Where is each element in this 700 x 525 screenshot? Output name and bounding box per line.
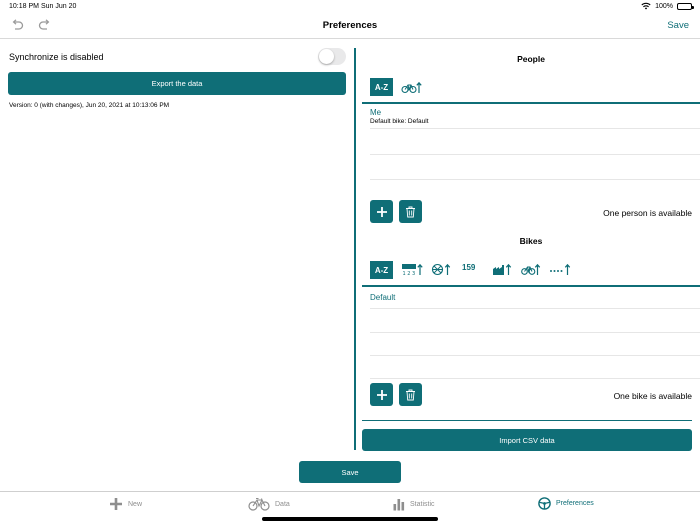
list-row-separator — [370, 355, 700, 356]
battery-percentage: 100% — [655, 2, 673, 10]
tab-statistic[interactable]: Statistic — [393, 497, 435, 511]
sort-by-date-icon[interactable]: 1 2 3 — [401, 263, 423, 276]
sort-by-bike-icon[interactable] — [521, 263, 541, 276]
people-count-text: One person is available — [603, 208, 692, 218]
tab-bar-divider — [0, 491, 700, 492]
bikes-sort-az-button[interactable]: A-Z — [370, 261, 393, 279]
sort-by-bike-icon[interactable] — [401, 81, 423, 94]
tab-data-label: Data — [275, 500, 290, 508]
page-title: Preferences — [322, 20, 378, 31]
svg-text:1 2 3: 1 2 3 — [403, 271, 416, 276]
bike-name[interactable]: Default — [370, 293, 395, 302]
people-list-divider — [362, 102, 700, 104]
person-detail: Default bike: Default — [370, 118, 429, 125]
trash-icon — [406, 389, 415, 400]
panel-divider — [354, 48, 356, 450]
save-button[interactable]: Save — [299, 461, 401, 483]
trash-icon — [406, 206, 415, 217]
plus-icon — [110, 498, 122, 510]
sort-by-distance-icon[interactable] — [549, 263, 571, 276]
bar-chart-icon — [393, 499, 405, 511]
export-data-button[interactable]: Export the data — [8, 72, 346, 95]
list-row-separator — [370, 308, 700, 309]
list-row-separator — [370, 378, 700, 379]
sort-by-wheel-icon[interactable] — [431, 263, 451, 276]
bikes-list-divider — [362, 285, 700, 287]
add-person-button[interactable] — [370, 200, 393, 223]
list-row-separator — [370, 128, 700, 129]
sort-by-number-button[interactable]: 159 — [462, 263, 482, 276]
version-text: Version: 0 (with changes), Jun 20, 2021 … — [9, 102, 170, 109]
nav-divider — [0, 38, 700, 39]
list-row-separator — [370, 154, 700, 155]
bikes-title: Bikes — [519, 236, 543, 246]
bikes-bottom-divider — [362, 420, 692, 421]
delete-person-button[interactable] — [399, 200, 422, 223]
steering-wheel-icon — [538, 497, 551, 510]
tab-new[interactable]: New — [109, 497, 142, 511]
tab-statistic-label: Statistic — [410, 500, 435, 508]
battery-icon — [677, 2, 694, 10]
tab-preferences[interactable]: Preferences — [538, 497, 594, 510]
status-time: 10:18 PM — [9, 3, 39, 10]
tab-data[interactable]: Data — [248, 497, 290, 511]
tab-preferences-label: Preferences — [556, 500, 594, 507]
plus-icon — [376, 389, 387, 400]
tab-new-label: New — [128, 500, 143, 508]
list-row-separator — [370, 332, 700, 333]
import-csv-button[interactable]: Import CSV data — [362, 429, 692, 451]
bikes-count-text: One bike is available — [613, 391, 692, 401]
people-sort-az-button[interactable]: A-Z — [370, 78, 393, 96]
wifi-icon — [641, 2, 651, 10]
people-title: People — [517, 54, 545, 64]
add-bike-button[interactable] — [370, 383, 393, 406]
bicycle-icon — [248, 497, 270, 511]
plus-icon — [376, 206, 387, 217]
status-date: Sun Jun 20 — [41, 3, 77, 10]
person-name[interactable]: Me — [370, 108, 381, 117]
sync-toggle[interactable] — [318, 48, 346, 65]
nav-save-button[interactable]: Save — [667, 20, 689, 31]
status-indicators: 100% — [641, 2, 694, 10]
delete-bike-button[interactable] — [399, 383, 422, 406]
sync-toggle-knob — [319, 49, 334, 64]
list-row-separator — [370, 179, 700, 180]
home-indicator — [262, 517, 438, 521]
sort-by-factory-icon[interactable] — [492, 263, 512, 276]
sync-label: Synchronize is disabled — [9, 52, 104, 62]
